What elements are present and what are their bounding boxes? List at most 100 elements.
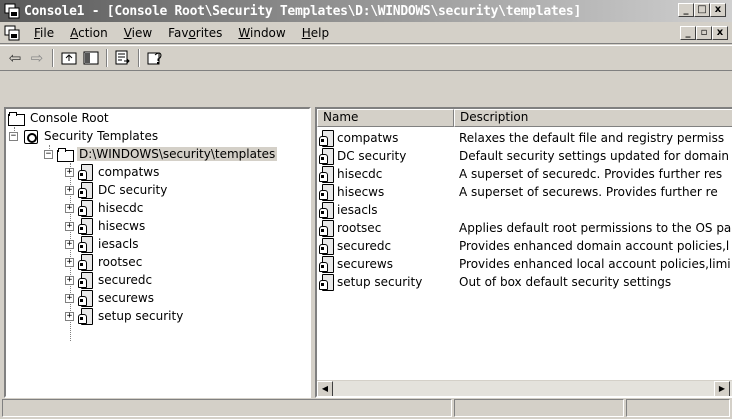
list-item-name: iesacls — [337, 203, 378, 217]
list-item[interactable]: securedc Provides enhanced domain accoun… — [317, 237, 732, 255]
list-item-description: A superset of securews. Provides further… — [459, 185, 718, 199]
expand-icon[interactable]: + — [65, 311, 74, 321]
window-title: Console1 - [Console Root\Security Templa… — [24, 3, 581, 19]
tree-item-dc-security[interactable]: + DC security — [65, 181, 169, 199]
toolbar: ⇦ ⇨ — [0, 45, 732, 71]
tree-item-security-templates[interactable]: − Security Templates — [9, 127, 160, 145]
minimize-button[interactable]: _ — [678, 3, 694, 17]
security-template-icon — [319, 220, 334, 237]
security-template-icon — [319, 274, 334, 291]
collapse-icon[interactable]: − — [44, 149, 53, 159]
maximize-button[interactable]: □ — [694, 3, 710, 17]
export-list-icon — [115, 50, 130, 65]
menu-file[interactable]: File — [26, 26, 62, 40]
mmc-app-icon[interactable] — [4, 3, 20, 19]
tree-item-iesacls[interactable]: + iesacls — [65, 235, 141, 253]
expand-icon[interactable]: + — [65, 167, 74, 177]
column-header-description[interactable]: Description — [454, 109, 732, 127]
expand-icon[interactable]: + — [65, 275, 74, 285]
menu-bar: File Action View Favorites Window Help _… — [0, 22, 732, 44]
status-cell-2 — [454, 399, 624, 417]
expand-icon[interactable]: + — [65, 221, 74, 231]
scroll-right-button[interactable]: ▶ — [714, 381, 730, 396]
tree-item-console-root[interactable]: Console Root — [8, 109, 111, 127]
help-button[interactable] — [144, 48, 166, 68]
scroll-left-button[interactable]: ◀ — [317, 381, 333, 396]
toolbar-separator — [52, 49, 54, 67]
mdi-restore-button[interactable]: ▫ — [696, 26, 712, 40]
close-button[interactable]: x — [710, 3, 726, 17]
security-template-icon — [319, 148, 334, 165]
menu-view[interactable]: View — [116, 26, 160, 40]
security-templates-icon — [22, 128, 38, 144]
collapse-icon[interactable]: − — [9, 131, 18, 141]
title-bar[interactable]: Console1 - [Console Root\Security Templa… — [0, 0, 732, 22]
menu-help[interactable]: Help — [294, 26, 337, 40]
expand-icon[interactable]: + — [65, 293, 74, 303]
export-list-button[interactable] — [112, 48, 134, 68]
menu-window[interactable]: Window — [230, 26, 293, 40]
folder-icon — [8, 111, 25, 126]
mdi-close-button[interactable]: x — [712, 26, 728, 40]
security-template-icon — [78, 182, 93, 199]
list-item-description: Relaxes the default file and registry pe… — [459, 131, 725, 145]
security-template-icon — [78, 200, 93, 217]
templates-folder-icon — [57, 147, 74, 162]
back-arrow-icon: ⇦ — [8, 49, 22, 67]
expand-icon[interactable]: + — [65, 185, 74, 195]
expand-icon[interactable]: + — [65, 239, 74, 249]
list-item-description: Provides enhanced domain account policie… — [459, 239, 730, 253]
list-item[interactable]: hisecws A superset of securews. Provides… — [317, 183, 732, 201]
list-item-name: setup security — [337, 275, 423, 289]
column-header-name[interactable]: Name — [317, 109, 454, 127]
list-item-description: Applies default root permissions to the … — [459, 221, 732, 235]
details-list-pane[interactable]: Name Description compatws Relaxes the de… — [315, 107, 732, 398]
list-item[interactable]: securews Provides enhanced local account… — [317, 255, 732, 273]
scroll-left-arrow-icon: ◀ — [321, 384, 329, 393]
tree-item-compatws[interactable]: + compatws — [65, 163, 161, 181]
toolbar-separator-3 — [138, 49, 140, 67]
console-tree-pane[interactable]: Console Root − Security Templates − D:\W… — [4, 107, 311, 398]
forward-button[interactable]: ⇨ — [26, 48, 48, 68]
tree-item-templates-path[interactable]: − D:\WINDOWS\security\templates — [44, 145, 278, 163]
tree-item-hisecdc[interactable]: + hisecdc — [65, 199, 145, 217]
list-item[interactable]: compatws Relaxes the default file and re… — [317, 129, 732, 147]
mdi-child-icon[interactable] — [4, 25, 20, 41]
tree-item-setup-security[interactable]: + setup security — [65, 307, 185, 325]
back-button[interactable]: ⇦ — [4, 48, 26, 68]
list-item-name: hisecdc — [337, 167, 383, 181]
tree-item-label: Console Root — [30, 111, 109, 125]
up-one-level-button[interactable] — [58, 48, 80, 68]
security-template-icon — [78, 164, 93, 181]
help-icon — [147, 52, 162, 65]
list-item[interactable]: hisecdc A superset of securedc. Provides… — [317, 165, 732, 183]
expand-icon[interactable]: + — [65, 257, 74, 267]
scroll-right-arrow-icon: ▶ — [718, 384, 726, 393]
mdi-minimize-button[interactable]: _ — [680, 26, 696, 40]
tree-item-rootsec[interactable]: + rootsec — [65, 253, 144, 271]
security-template-icon — [319, 130, 334, 147]
list-item[interactable]: DC security Default security settings up… — [317, 147, 732, 165]
security-template-icon — [78, 236, 93, 253]
status-cell-main — [2, 399, 452, 417]
security-template-icon — [319, 256, 334, 273]
tree-item-label: securews — [98, 291, 154, 305]
list-item-description: Default security settings updated for do… — [459, 149, 730, 163]
security-template-icon — [78, 254, 93, 271]
show-hide-console-tree-button[interactable] — [80, 48, 102, 68]
toolbar-separator-2 — [106, 49, 108, 67]
list-item[interactable]: iesacls — [317, 201, 732, 219]
list-item[interactable]: setup security Out of box default securi… — [317, 273, 732, 291]
tree-item-label: rootsec — [98, 255, 143, 269]
menu-favorites[interactable]: Favorites — [160, 26, 230, 40]
tree-item-securedc[interactable]: + securedc — [65, 271, 154, 289]
list-item-name: rootsec — [337, 221, 382, 235]
list-item[interactable]: rootsec Applies default root permissions… — [317, 219, 732, 237]
status-cell-3 — [626, 399, 730, 417]
tree-item-hisecws[interactable]: + hisecws — [65, 217, 147, 235]
list-item-name: securews — [337, 257, 393, 271]
menu-action[interactable]: Action — [62, 26, 116, 40]
horizontal-scrollbar[interactable]: ◀ ▶ — [317, 380, 732, 396]
tree-item-securews[interactable]: + securews — [65, 289, 156, 307]
expand-icon[interactable]: + — [65, 203, 74, 213]
